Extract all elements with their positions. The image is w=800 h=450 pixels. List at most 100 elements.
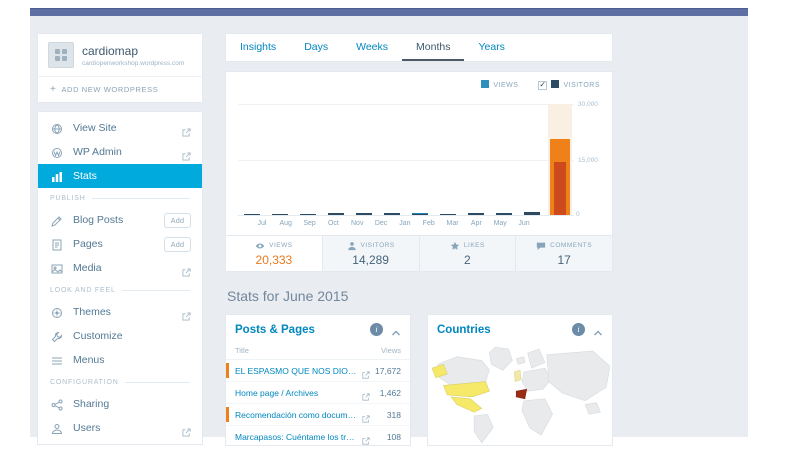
tab-insights[interactable]: Insights — [226, 34, 290, 61]
sidebar-item-pages[interactable]: Pages Add — [38, 232, 202, 256]
sidebar-item-wp-admin[interactable]: WP Admin — [38, 140, 202, 164]
sidebar-item-label: Themes — [73, 306, 182, 318]
sidebar-item-themes[interactable]: Themes — [38, 300, 202, 324]
app-canvas: cardiomap cardiopenworkshop.wordpress.co… — [30, 16, 748, 437]
add-post-button[interactable]: Add — [164, 213, 191, 228]
chevron-up-icon[interactable] — [391, 325, 401, 335]
external-link-icon[interactable] — [362, 410, 371, 419]
visitors-checkbox[interactable]: ✓ — [538, 81, 547, 90]
summary-views[interactable]: VIEWS 20,333 — [226, 236, 322, 271]
section-rule — [122, 290, 190, 291]
post-views: 318 — [371, 410, 401, 420]
sidebar-item-customize[interactable]: Customize — [38, 324, 202, 348]
chart-column-sep[interactable] — [294, 104, 322, 215]
sidebar-item-label: Users — [73, 422, 182, 434]
add-page-button[interactable]: Add — [164, 237, 191, 252]
sidebar-item-view-site[interactable]: View Site — [38, 116, 202, 140]
sidebar-item-media[interactable]: Media — [38, 256, 202, 280]
chart-column-nov[interactable] — [350, 104, 378, 215]
visitors-bar — [412, 214, 428, 215]
bar-chart: 30,000 15,000 0 JulAugSepOctNovDecJanFeb… — [238, 104, 574, 227]
summary-likes[interactable]: LIKES 2 — [419, 236, 516, 271]
sidebar-item-menus[interactable]: Menus — [38, 348, 202, 372]
sidebar-item-stats[interactable]: Stats — [38, 164, 202, 188]
stats-main: Insights Days Weeks Months Years VIEWS ✓… — [225, 33, 613, 446]
comment-icon — [536, 241, 546, 251]
summary-label: LIKES — [464, 242, 485, 249]
chart-column-may[interactable] — [518, 104, 546, 215]
chevron-up-icon[interactable] — [593, 325, 603, 335]
post-row[interactable]: Marcapasos: Cuéntame los tras… 108 — [226, 426, 410, 446]
sidebar-item-label: Stats — [73, 170, 191, 182]
posts-pages-module: Posts & Pages i Title Views EL ESPASMO Q… — [225, 314, 411, 446]
post-row[interactable]: Home page / Archives 1,462 — [226, 382, 410, 404]
post-row[interactable]: Recomendación como documen… 318 — [226, 404, 410, 426]
stats-modules: Posts & Pages i Title Views EL ESPASMO Q… — [225, 314, 613, 446]
column-views: Views — [381, 346, 401, 355]
map-iceland — [516, 357, 525, 365]
summary-value: 14,289 — [352, 253, 389, 267]
chart-column-aug[interactable] — [266, 104, 294, 215]
summary-visitors[interactable]: VISITORS 14,289 — [322, 236, 419, 271]
info-icon[interactable]: i — [370, 323, 383, 336]
grid-icon — [54, 48, 68, 62]
month-label: May — [488, 220, 512, 227]
external-link-icon — [182, 124, 191, 133]
chart-column-dec[interactable] — [378, 104, 406, 215]
tab-years[interactable]: Years — [464, 34, 518, 61]
visitors-bar — [554, 162, 566, 215]
tab-months[interactable]: Months — [402, 34, 464, 61]
visitors-bar — [356, 213, 372, 215]
sidebar-item-blog-posts[interactable]: Blog Posts Add — [38, 208, 202, 232]
tab-days[interactable]: Days — [290, 34, 342, 61]
month-label: Jul — [250, 220, 274, 227]
map-se-asia — [585, 403, 600, 414]
views-swatch-icon — [481, 80, 489, 88]
chart-column-apr[interactable] — [490, 104, 518, 215]
add-new-label: ADD NEW WORDPRESS — [61, 85, 158, 94]
external-link-icon — [182, 264, 191, 273]
sidebar-item-label: Blog Posts — [73, 214, 164, 226]
month-label: Oct — [321, 220, 345, 227]
visitors-bar — [272, 214, 288, 215]
chart-column-jun[interactable] — [546, 104, 574, 215]
external-link-icon[interactable] — [362, 432, 371, 441]
countries-module: Countries i — [427, 314, 613, 446]
post-title-link[interactable]: Marcapasos: Cuéntame los tras… — [235, 432, 358, 442]
legend-visitors[interactable]: ✓VISITORS — [538, 80, 600, 90]
sidebar-item-label: Pages — [73, 238, 164, 250]
chart-column-jan[interactable] — [406, 104, 434, 215]
sidebar-item-label: Media — [73, 262, 182, 274]
summary-comments[interactable]: COMMENTS 17 — [515, 236, 612, 271]
summary-value: 17 — [557, 253, 570, 267]
current-site[interactable]: cardiomap cardiopenworkshop.wordpress.co… — [38, 34, 202, 76]
chart-column-jul[interactable] — [238, 104, 266, 215]
site-name: cardiomap — [82, 44, 184, 58]
tab-weeks[interactable]: Weeks — [342, 34, 402, 61]
external-link-icon[interactable] — [362, 366, 371, 375]
menus-icon — [51, 354, 63, 366]
wrench-icon — [51, 330, 63, 342]
chart-column-feb[interactable] — [434, 104, 462, 215]
post-title-link[interactable]: Recomendación como documen… — [235, 410, 358, 420]
period-heading: Stats for June 2015 — [227, 288, 611, 304]
post-title-link[interactable]: EL ESPASMO QUE NOS DIO A TO… — [235, 366, 358, 376]
legend-views[interactable]: VIEWS — [481, 80, 518, 89]
sidebar-item-sharing[interactable]: Sharing — [38, 392, 202, 416]
summary-value: 20,333 — [256, 253, 293, 267]
chart-card: VIEWS ✓VISITORS 30,000 15,000 0 JulAugSe… — [225, 71, 613, 272]
post-title-link[interactable]: Home page / Archives — [235, 388, 358, 398]
section-label-text: LOOK AND FEEL — [50, 287, 116, 294]
add-new-wordpress-button[interactable]: + ADD NEW WORDPRESS — [38, 76, 202, 102]
external-link-icon — [182, 308, 191, 317]
themes-icon — [51, 306, 63, 318]
sidebar-item-label: WP Admin — [73, 146, 182, 158]
chart-column-oct[interactable] — [322, 104, 350, 215]
info-icon[interactable]: i — [572, 323, 585, 336]
map-south-america — [474, 414, 493, 443]
external-link-icon[interactable] — [362, 388, 371, 397]
section-label-text: CONFIGURATION — [50, 379, 119, 386]
chart-column-mar[interactable] — [462, 104, 490, 215]
post-row[interactable]: EL ESPASMO QUE NOS DIO A TO… 17,672 — [226, 360, 410, 382]
sidebar-item-users[interactable]: Users — [38, 416, 202, 440]
